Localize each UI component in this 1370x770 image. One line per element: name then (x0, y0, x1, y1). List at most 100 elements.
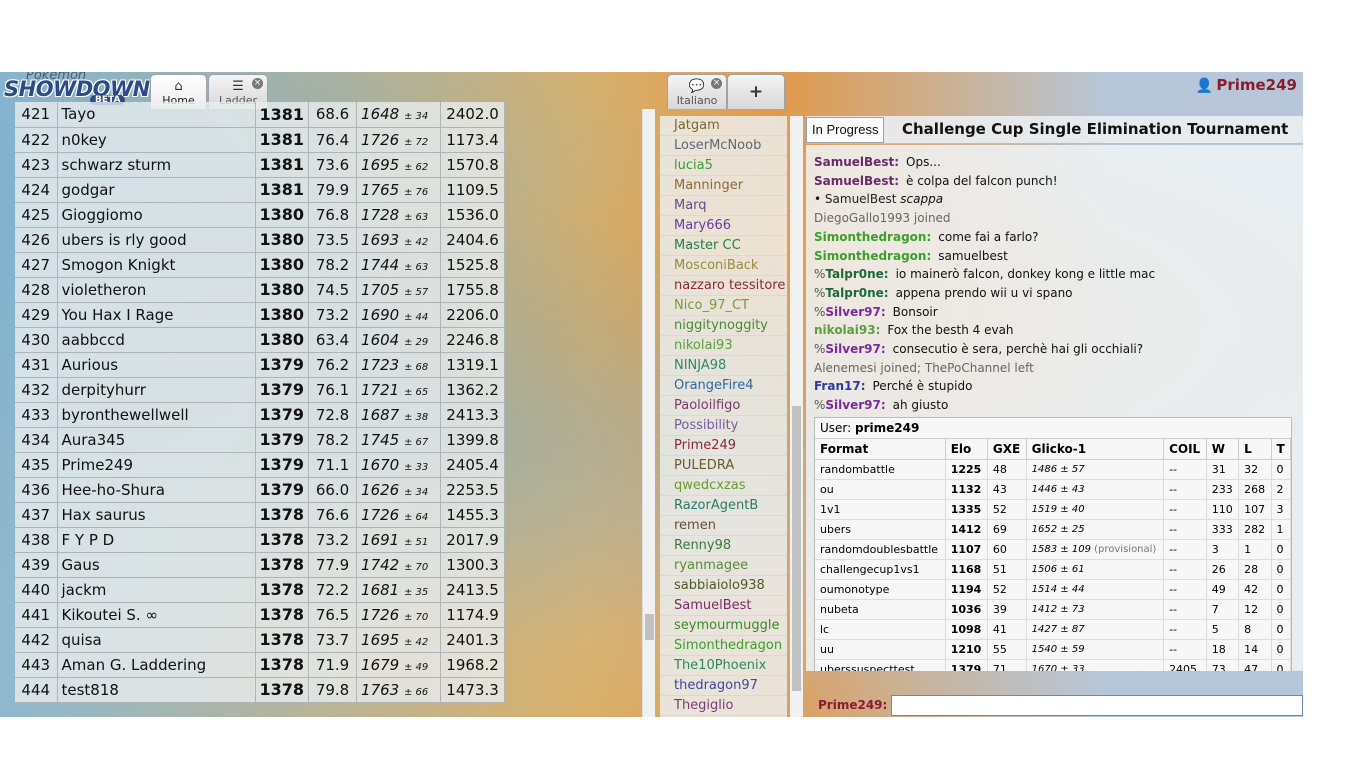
userlist-item[interactable]: qwedcxzas (660, 476, 787, 496)
ladder-player-name[interactable]: Tayo (57, 102, 256, 128)
userlist-item[interactable]: PULEDRA (660, 456, 787, 476)
ladder-player-name[interactable]: F Y P D (57, 527, 256, 553)
userlist-item[interactable]: Renny98 (660, 536, 787, 556)
stats-ties: 1 (1271, 519, 1292, 540)
chat-username[interactable]: SamuelBest: (814, 155, 899, 169)
userlist-item[interactable]: OrangeFire4 (660, 376, 787, 396)
userlist-item[interactable]: Simonthedragon (660, 636, 787, 656)
userlist-item[interactable]: Mary666 (660, 216, 787, 236)
ladder-player-name[interactable]: godgar (57, 177, 256, 203)
ladder-player-name[interactable]: Prime249 (57, 452, 256, 478)
ladder-player-name[interactable]: Kikoutei S. ∞ (57, 602, 256, 628)
userlist-item[interactable]: Master CC (660, 236, 787, 256)
tournament-title: Challenge Cup Single Elimination Tournam… (902, 120, 1289, 138)
userlist-item[interactable]: sabbiaiolo938 (660, 576, 787, 596)
chat-username[interactable]: %Talpr0ne: (814, 267, 889, 281)
userlist-item[interactable]: LoserMcNoob (660, 136, 787, 156)
user-menu[interactable]: 👤 Prime249 (1196, 76, 1297, 94)
userlist-item[interactable]: Possibility (660, 416, 787, 436)
tab-italiano[interactable]: 💬 Italiano × (667, 74, 727, 109)
ladder-player-name[interactable]: Aura345 (57, 427, 256, 453)
userlist-item[interactable]: SamuelBest (660, 596, 787, 616)
ladder-player-name[interactable]: Hax saurus (57, 502, 256, 528)
userlist-item[interactable]: Manninger (660, 176, 787, 196)
ladder-player-name[interactable]: violetheron (57, 277, 256, 303)
userlist-item[interactable]: NINJA98 (660, 356, 787, 376)
stats-wins: 333 (1206, 519, 1240, 540)
scrollbar-thumb[interactable] (792, 406, 801, 691)
glicko-value: 1693 (361, 230, 400, 249)
userlist-item[interactable]: nazzaro tessitore (660, 276, 787, 296)
ladder-coil: 1968.2 (440, 652, 506, 678)
plus-icon: + (748, 82, 764, 102)
chat-input[interactable] (891, 695, 1303, 716)
ladder-player-name[interactable]: quisa (57, 627, 256, 653)
userlist-item[interactable]: Nico_97_CT (660, 296, 787, 316)
stats-losses: 107 (1238, 499, 1272, 520)
chat-username[interactable]: %Silver97: (814, 398, 886, 412)
user-details-name[interactable]: prime249 (855, 421, 919, 435)
chat-username[interactable]: Simonthedragon: (814, 249, 931, 263)
ladder-player-name[interactable]: ubers is rly good (57, 227, 256, 253)
ladder-player-name[interactable]: Hee-ho-Shura (57, 477, 256, 503)
userlist-item[interactable]: niggitynoggity (660, 316, 787, 336)
ladder-scrollbar[interactable] (642, 109, 655, 717)
chat-username-text: Talpr0ne: (825, 285, 889, 300)
chat-username[interactable]: %Silver97: (814, 305, 886, 319)
chat-username[interactable]: nikolai93: (814, 323, 880, 337)
scrollbar-thumb[interactable] (645, 614, 654, 640)
in-progress-button[interactable]: In Progress (806, 117, 885, 143)
stats-elo: 1210 (945, 639, 988, 660)
userlist-item[interactable]: MosconiBack (660, 256, 787, 276)
userlist-item[interactable]: ryanmagee (660, 556, 787, 576)
ladder-player-name[interactable]: test818 (57, 677, 256, 703)
ladder-glicko: 1695 ± 62 (356, 152, 442, 178)
ladder-player-name[interactable]: Aman G. Laddering (57, 652, 256, 678)
chat-message: Simonthedragon: samuelbest (814, 249, 1008, 263)
chat-username[interactable]: SamuelBest: (814, 174, 899, 188)
ladder-player-name[interactable]: Gaus (57, 552, 256, 578)
close-tab-icon[interactable]: × (711, 78, 722, 89)
ladder-player-name[interactable]: derpityhurr (57, 377, 256, 403)
ladder-player-name[interactable]: byronthewellwell (57, 402, 256, 428)
userlist-item[interactable]: Marq (660, 196, 787, 216)
userlist-scrollbar[interactable] (790, 116, 803, 717)
userlist-item[interactable]: Jatgam (660, 116, 787, 136)
userlist-item[interactable]: remen (660, 516, 787, 536)
chat-username[interactable]: %Talpr0ne: (814, 286, 889, 300)
glicko-value: 1670 (361, 455, 400, 474)
ladder-player-name[interactable]: jackm (57, 577, 256, 603)
userlist-item[interactable]: nikolai93 (660, 336, 787, 356)
glicko-value: 1687 (361, 405, 400, 424)
chat-username-text: SamuelBest: (814, 155, 900, 169)
ladder-rank: 436 (15, 477, 58, 503)
new-tab-button[interactable]: + (727, 74, 785, 109)
ladder-player-name[interactable]: schwarz sturm (57, 152, 256, 178)
userlist-item[interactable]: Paoloilfigo (660, 396, 787, 416)
ladder-player-name[interactable]: You Hax I Rage (57, 302, 256, 328)
stats-coil: -- (1163, 479, 1207, 500)
chat-username[interactable]: %Silver97: (814, 342, 886, 356)
stats-elo: 1036 (945, 599, 988, 620)
userlist-item[interactable]: seymourmuggle (660, 616, 787, 636)
close-tab-icon[interactable]: × (252, 78, 263, 89)
ladder-glicko: 1744 ± 63 (356, 252, 442, 278)
chat-username[interactable]: SamuelBest (825, 192, 897, 206)
ladder-row: 426 ubers is rly good 1380 73.5 1693 ± 42 240… (15, 227, 506, 253)
userlist-item[interactable]: lucia5 (660, 156, 787, 176)
glicko-deviation: ± 62 (404, 161, 429, 173)
chat-username[interactable]: Simonthedragon: (814, 230, 931, 244)
ladder-player-name[interactable]: aabbccd (57, 327, 256, 353)
chat-username[interactable]: Fran17: (814, 379, 866, 393)
ladder-player-name[interactable]: Aurious (57, 352, 256, 378)
ladder-player-name[interactable]: Gioggiomo (57, 202, 256, 228)
userlist-item[interactable]: Thegiglio (660, 696, 787, 716)
ladder-player-name[interactable]: Smogon Knigkt (57, 252, 256, 278)
ladder-player-name[interactable]: n0key (57, 127, 256, 153)
userlist-item[interactable]: Prime249 (660, 436, 787, 456)
userlist-item[interactable]: RazorAgentB (660, 496, 787, 516)
ladder-coil: 1319.1 (440, 352, 506, 378)
userlist: Jatgam LoserMcNoob lucia5 Manninger Marq Mary… (660, 116, 788, 717)
userlist-item[interactable]: The10Phoenix (660, 656, 787, 676)
userlist-item[interactable]: thedragon97 (660, 676, 787, 696)
